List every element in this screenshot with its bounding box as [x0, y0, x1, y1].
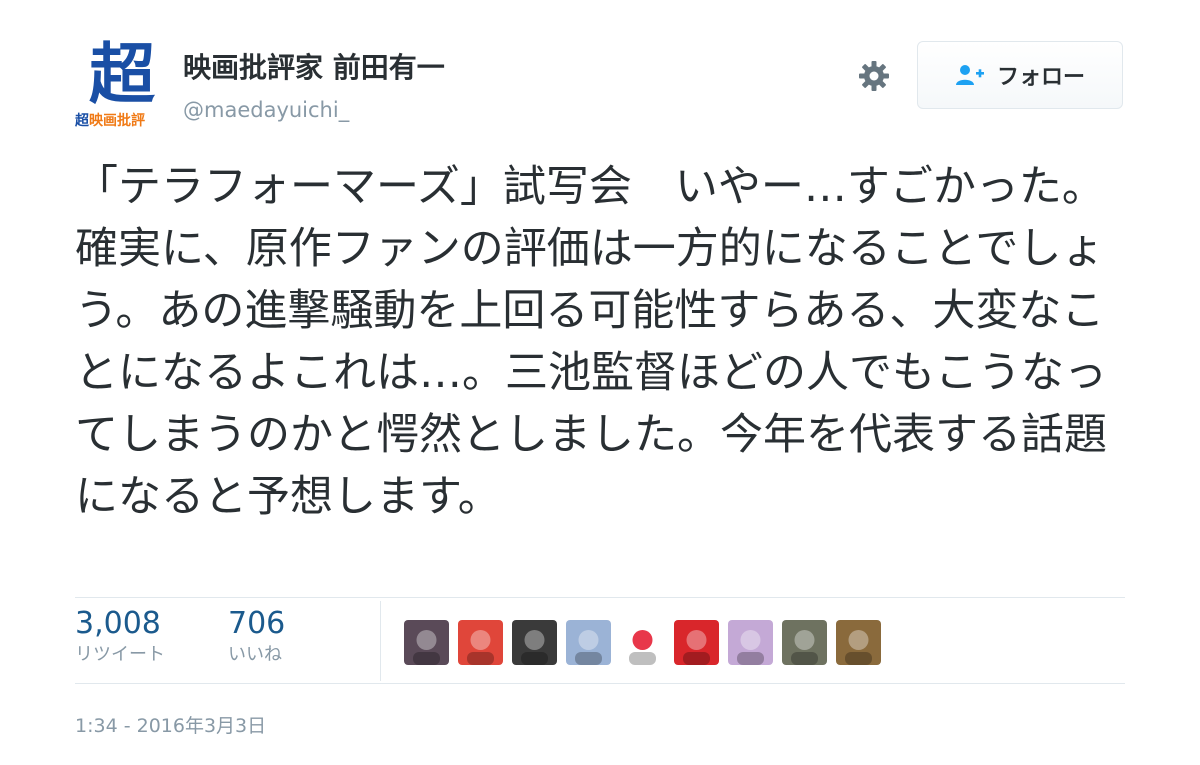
man-portrait-avatar[interactable] [512, 620, 557, 665]
avatar-logo-char: 超 [89, 36, 155, 113]
stats-divider-top [75, 597, 1125, 598]
avatar-logo-caption-2: 映画批評 [89, 113, 145, 129]
tweet-card: 超 超映画批評 映画批評家 前田有一 @maedayuichi_ フォロー 「テ… [0, 0, 1200, 765]
follow-user-icon [955, 63, 985, 87]
pink-character-avatar[interactable] [728, 620, 773, 665]
retweet-stat[interactable]: 3,008 リツイート [75, 605, 165, 667]
retweet-count: 3,008 [75, 606, 161, 641]
retweet-label: リツイート [75, 644, 165, 665]
user-handle[interactable]: @maedayuichi_ [183, 95, 349, 125]
dark-photo-avatar[interactable] [782, 620, 827, 665]
tweet-text: 「テラフォーマーズ」試写会 いやー…すごかった。確実に、原作ファンの評価は一方的… [75, 162, 1107, 522]
stats-divider-bottom [75, 683, 1125, 684]
display-name[interactable]: 映画批評家 前田有一 [183, 48, 445, 88]
follow-button[interactable]: フォロー [917, 41, 1123, 109]
stats-separator [380, 601, 381, 681]
like-label: いいね [228, 644, 282, 665]
like-stat[interactable]: 706 いいね [228, 605, 285, 667]
liker-avatars [404, 620, 881, 666]
cat-heart-avatar[interactable] [620, 620, 665, 665]
gear-icon[interactable] [854, 56, 894, 96]
profile-avatar[interactable]: 超 超映画批評 [75, 40, 165, 132]
tweet-timestamp[interactable]: 1:34 - 2016年3月3日 [75, 712, 266, 740]
red-hair-girl-avatar[interactable] [458, 620, 503, 665]
wood-photo-avatar[interactable] [836, 620, 881, 665]
avatar-logo-caption: 超映画批評 [75, 112, 165, 130]
anime-girl-avatar[interactable] [404, 620, 449, 665]
blue-pattern-avatar[interactable] [566, 620, 611, 665]
avatar-logo-caption-1: 超 [75, 113, 89, 129]
like-count: 706 [228, 606, 286, 641]
red-symbol-avatar[interactable] [674, 620, 719, 665]
follow-button-label: フォロー [996, 65, 1085, 90]
